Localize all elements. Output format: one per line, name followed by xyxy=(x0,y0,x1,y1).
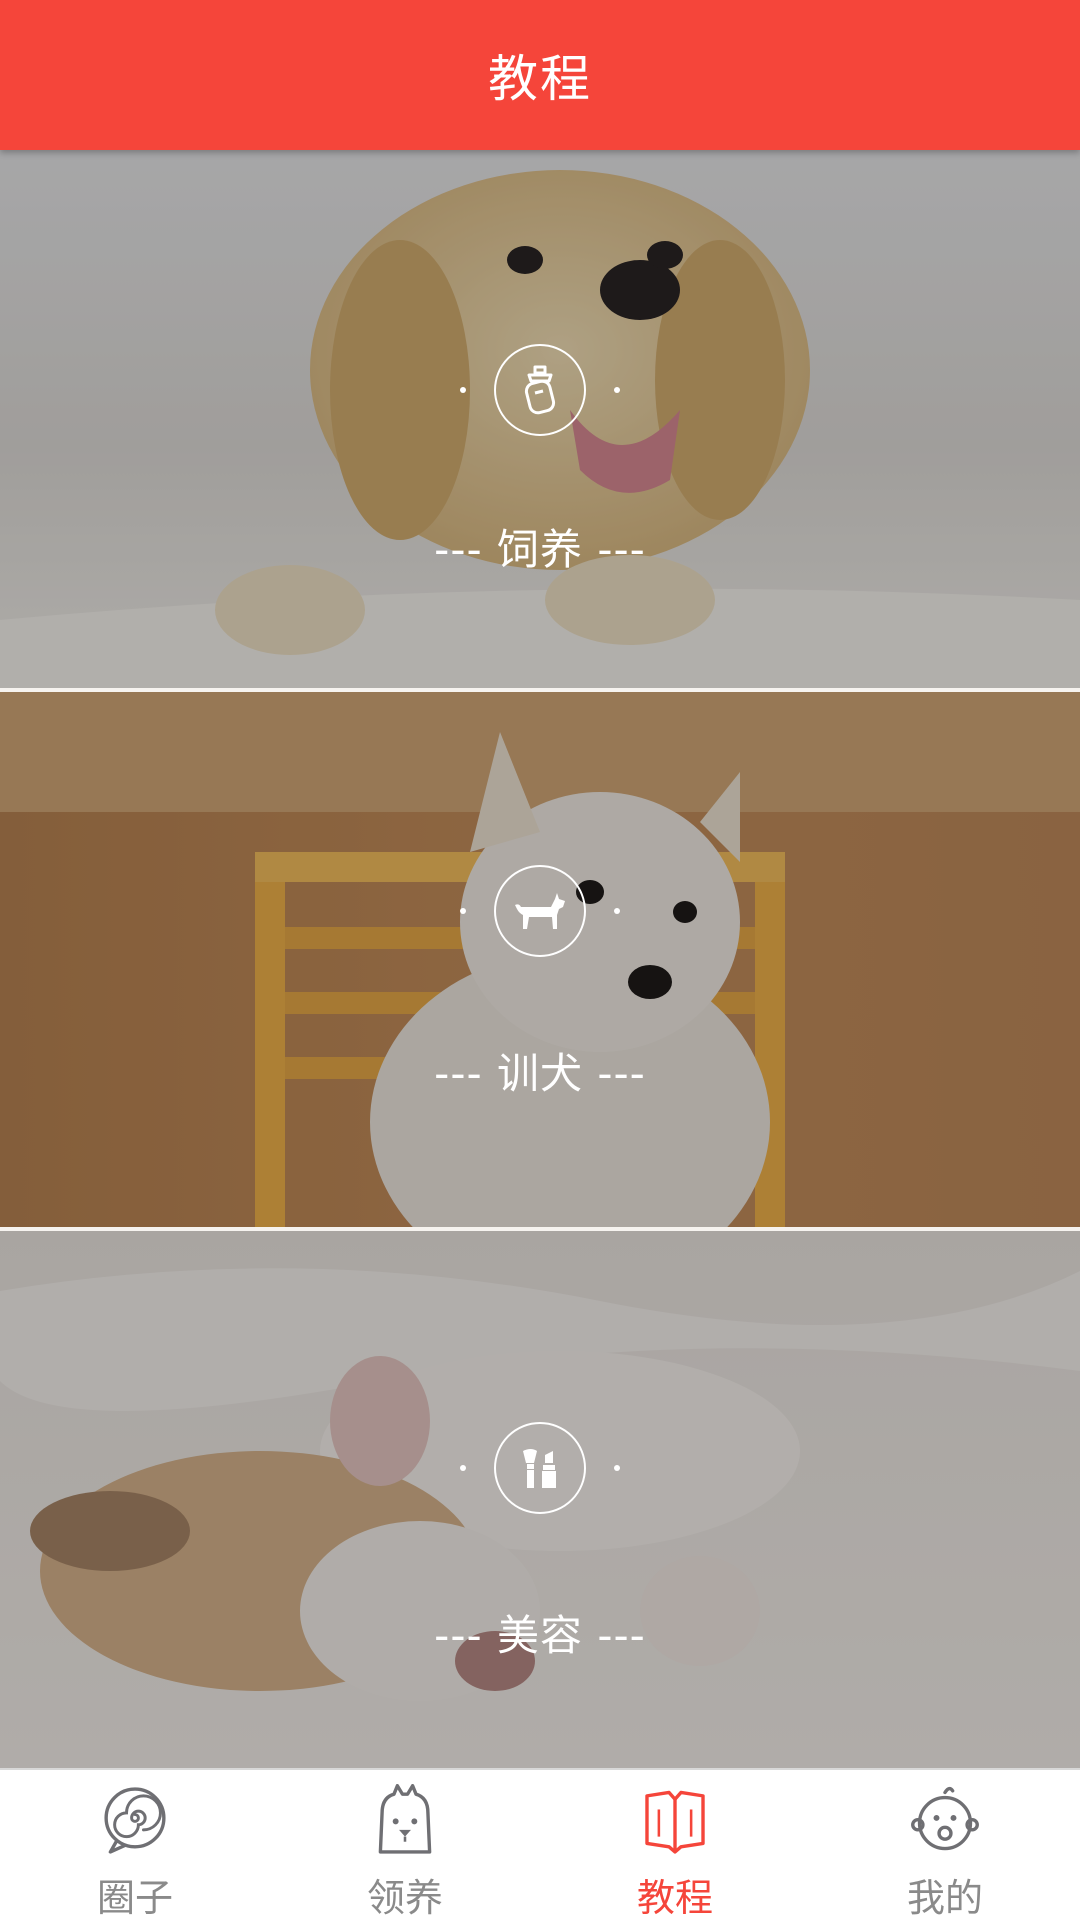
feeding-badge-row xyxy=(0,342,1080,438)
dot-left xyxy=(460,908,466,914)
feeding-label: --- 饲养 --- xyxy=(434,525,646,574)
category-card-training[interactable]: --- 训犬 --- xyxy=(0,692,1080,1227)
category-card-grooming[interactable]: --- 美容 --- xyxy=(0,1231,1080,1768)
open-book-icon xyxy=(645,1790,705,1854)
spiral-icon xyxy=(104,1787,166,1854)
dot-right xyxy=(614,387,620,393)
category-card-feeding[interactable]: --- 饲养 --- xyxy=(0,150,1080,688)
training-badge-row xyxy=(0,863,1080,959)
pet-face-icon xyxy=(378,1784,432,1854)
tab-circle[interactable]: 圈子 xyxy=(0,1770,270,1922)
tab-label: 我的 xyxy=(906,1876,983,1920)
training-label: --- 训犬 --- xyxy=(434,1049,646,1098)
bottom-tab-bar: 圈子 领养 教程 我的 xyxy=(0,1768,1080,1922)
dot-right xyxy=(614,908,620,914)
tab-tutorial[interactable]: 教程 xyxy=(540,1770,810,1922)
tab-label: 圈子 xyxy=(96,1876,173,1920)
tab-label: 教程 xyxy=(636,1876,713,1920)
makeup-icon xyxy=(494,1422,586,1514)
baby-face-icon xyxy=(911,1786,979,1851)
dot-left xyxy=(460,387,466,393)
dog-icon xyxy=(494,865,586,957)
baby-bottle-icon xyxy=(494,344,586,436)
tab-mine[interactable]: 我的 xyxy=(810,1770,1080,1922)
tab-adopt[interactable]: 领养 xyxy=(270,1770,540,1922)
dot-left xyxy=(460,1465,466,1471)
grooming-badge-row xyxy=(0,1420,1080,1516)
dot-right xyxy=(614,1465,620,1471)
grooming-label: --- 美容 --- xyxy=(434,1611,646,1660)
tab-label: 领养 xyxy=(366,1876,443,1920)
training-shade xyxy=(0,692,1080,1227)
top-header: 教程 xyxy=(0,0,1080,150)
page-title: 教程 xyxy=(488,50,592,108)
